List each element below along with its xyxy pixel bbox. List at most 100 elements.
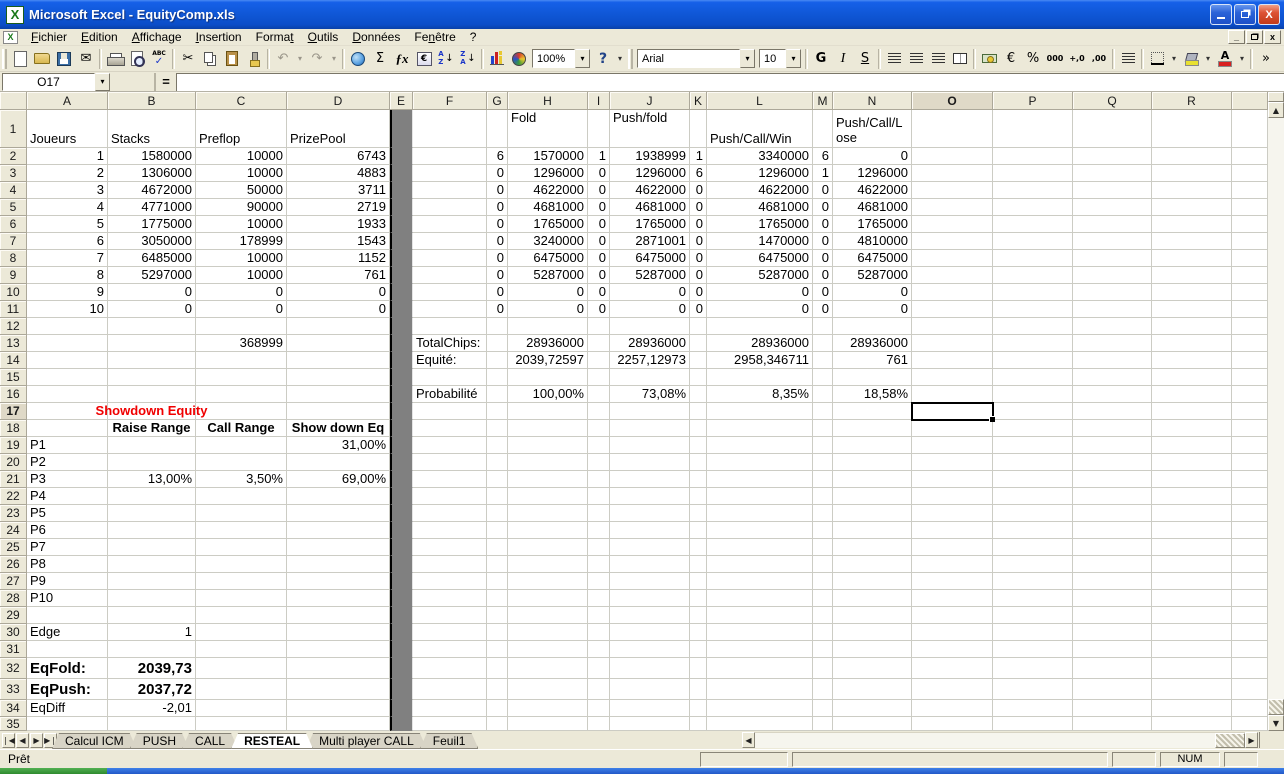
col-header-J[interactable]: J xyxy=(610,92,690,110)
cell-N19[interactable] xyxy=(833,437,912,454)
cell-I23[interactable] xyxy=(588,505,610,522)
cell-M5[interactable]: 0 xyxy=(813,199,833,216)
cell-D27[interactable] xyxy=(287,573,390,590)
cell-Q11[interactable] xyxy=(1073,301,1152,318)
cell-N29[interactable] xyxy=(833,607,912,624)
increase-decimal-icon[interactable]: +,0 xyxy=(1066,48,1088,70)
cell-B20[interactable] xyxy=(108,454,196,471)
cell-R27[interactable] xyxy=(1152,573,1232,590)
cell-K30[interactable] xyxy=(690,624,707,641)
cell-K2[interactable]: 1 xyxy=(690,148,707,165)
col-header-R[interactable]: R xyxy=(1152,92,1232,110)
col-header-I[interactable]: I xyxy=(588,92,610,110)
cell-E9[interactable] xyxy=(390,267,413,284)
row-header-7[interactable]: 7 xyxy=(0,233,27,250)
cell-G26[interactable] xyxy=(487,556,508,573)
cell-C7[interactable]: 178999 xyxy=(196,233,287,250)
cell-J4[interactable]: 4622000 xyxy=(610,182,690,199)
cell-R15[interactable] xyxy=(1152,369,1232,386)
font-size-combo-arrow-icon[interactable]: ▾ xyxy=(786,49,801,68)
cell-G2[interactable]: 6 xyxy=(487,148,508,165)
cell-C25[interactable] xyxy=(196,539,287,556)
cell-L35[interactable] xyxy=(707,717,813,731)
row-header-32[interactable]: 32 xyxy=(0,658,27,679)
cell-H24[interactable] xyxy=(508,522,588,539)
row-header-2[interactable]: 2 xyxy=(0,148,27,165)
cell-C15[interactable] xyxy=(196,369,287,386)
cell-O24[interactable] xyxy=(912,522,993,539)
cell-A21[interactable]: P3 xyxy=(27,471,108,488)
cell-J20[interactable] xyxy=(610,454,690,471)
cell-H15[interactable] xyxy=(508,369,588,386)
cell-M11[interactable]: 0 xyxy=(813,301,833,318)
cell-R31[interactable] xyxy=(1152,641,1232,658)
cell-A24[interactable]: P6 xyxy=(27,522,108,539)
cell-A31[interactable] xyxy=(27,641,108,658)
cell-E14[interactable] xyxy=(390,352,413,369)
cell-N23[interactable] xyxy=(833,505,912,522)
cell-K8[interactable]: 0 xyxy=(690,250,707,267)
cell-B25[interactable] xyxy=(108,539,196,556)
cell-B26[interactable] xyxy=(108,556,196,573)
cell-L2[interactable]: 3340000 xyxy=(707,148,813,165)
scroll-down-icon[interactable]: ▼ xyxy=(1268,715,1284,731)
cell-Q20[interactable] xyxy=(1073,454,1152,471)
cell-H32[interactable] xyxy=(508,658,588,679)
cell-P19[interactable] xyxy=(993,437,1073,454)
euro-conversion-icon[interactable]: € xyxy=(413,48,435,70)
cell-x2[interactable] xyxy=(1232,148,1268,165)
row-header-8[interactable]: 8 xyxy=(0,250,27,267)
cell-R17[interactable] xyxy=(1152,403,1232,420)
cell-B24[interactable] xyxy=(108,522,196,539)
cell-E35[interactable] xyxy=(390,717,413,731)
cell-F10[interactable] xyxy=(413,284,487,301)
font-size-combo-value[interactable]: 10 xyxy=(759,49,786,68)
cell-M22[interactable] xyxy=(813,488,833,505)
cell-B3[interactable]: 1306000 xyxy=(108,165,196,182)
cell-D15[interactable] xyxy=(287,369,390,386)
cell-I1[interactable] xyxy=(588,110,610,148)
cell-G4[interactable]: 0 xyxy=(487,182,508,199)
cell-F24[interactable] xyxy=(413,522,487,539)
cell-C9[interactable]: 10000 xyxy=(196,267,287,284)
cell-J6[interactable]: 1765000 xyxy=(610,216,690,233)
cell-O25[interactable] xyxy=(912,539,993,556)
cell-R5[interactable] xyxy=(1152,199,1232,216)
cell-B10[interactable]: 0 xyxy=(108,284,196,301)
cell-x20[interactable] xyxy=(1232,454,1268,471)
cell-M35[interactable] xyxy=(813,717,833,731)
cell-x24[interactable] xyxy=(1232,522,1268,539)
cell-Q1[interactable] xyxy=(1073,110,1152,148)
cell-Q13[interactable] xyxy=(1073,335,1152,352)
row-header-25[interactable]: 25 xyxy=(0,539,27,556)
cell-D17[interactable] xyxy=(287,403,390,420)
cell-C8[interactable]: 10000 xyxy=(196,250,287,267)
cell-D31[interactable] xyxy=(287,641,390,658)
cell-J16[interactable]: 73,08% xyxy=(610,386,690,403)
cell-J28[interactable] xyxy=(610,590,690,607)
cell-D23[interactable] xyxy=(287,505,390,522)
cell-J14[interactable]: 2257,12973 xyxy=(610,352,690,369)
cell-M34[interactable] xyxy=(813,700,833,717)
cell-J27[interactable] xyxy=(610,573,690,590)
cell-L32[interactable] xyxy=(707,658,813,679)
cell-N8[interactable]: 6475000 xyxy=(833,250,912,267)
cell-M31[interactable] xyxy=(813,641,833,658)
cell-N22[interactable] xyxy=(833,488,912,505)
save-icon[interactable] xyxy=(53,48,75,70)
cell-B1[interactable]: Stacks xyxy=(108,110,196,148)
cell-H21[interactable] xyxy=(508,471,588,488)
cell-O4[interactable] xyxy=(912,182,993,199)
cell-M12[interactable] xyxy=(813,318,833,335)
cell-J35[interactable] xyxy=(610,717,690,731)
cell-x23[interactable] xyxy=(1232,505,1268,522)
cell-K6[interactable]: 0 xyxy=(690,216,707,233)
cell-F25[interactable] xyxy=(413,539,487,556)
cell-C28[interactable] xyxy=(196,590,287,607)
row-header-1[interactable]: 1 xyxy=(0,110,27,148)
cell-R12[interactable] xyxy=(1152,318,1232,335)
cell-I28[interactable] xyxy=(588,590,610,607)
cell-J30[interactable] xyxy=(610,624,690,641)
cell-K35[interactable] xyxy=(690,717,707,731)
cell-O32[interactable] xyxy=(912,658,993,679)
